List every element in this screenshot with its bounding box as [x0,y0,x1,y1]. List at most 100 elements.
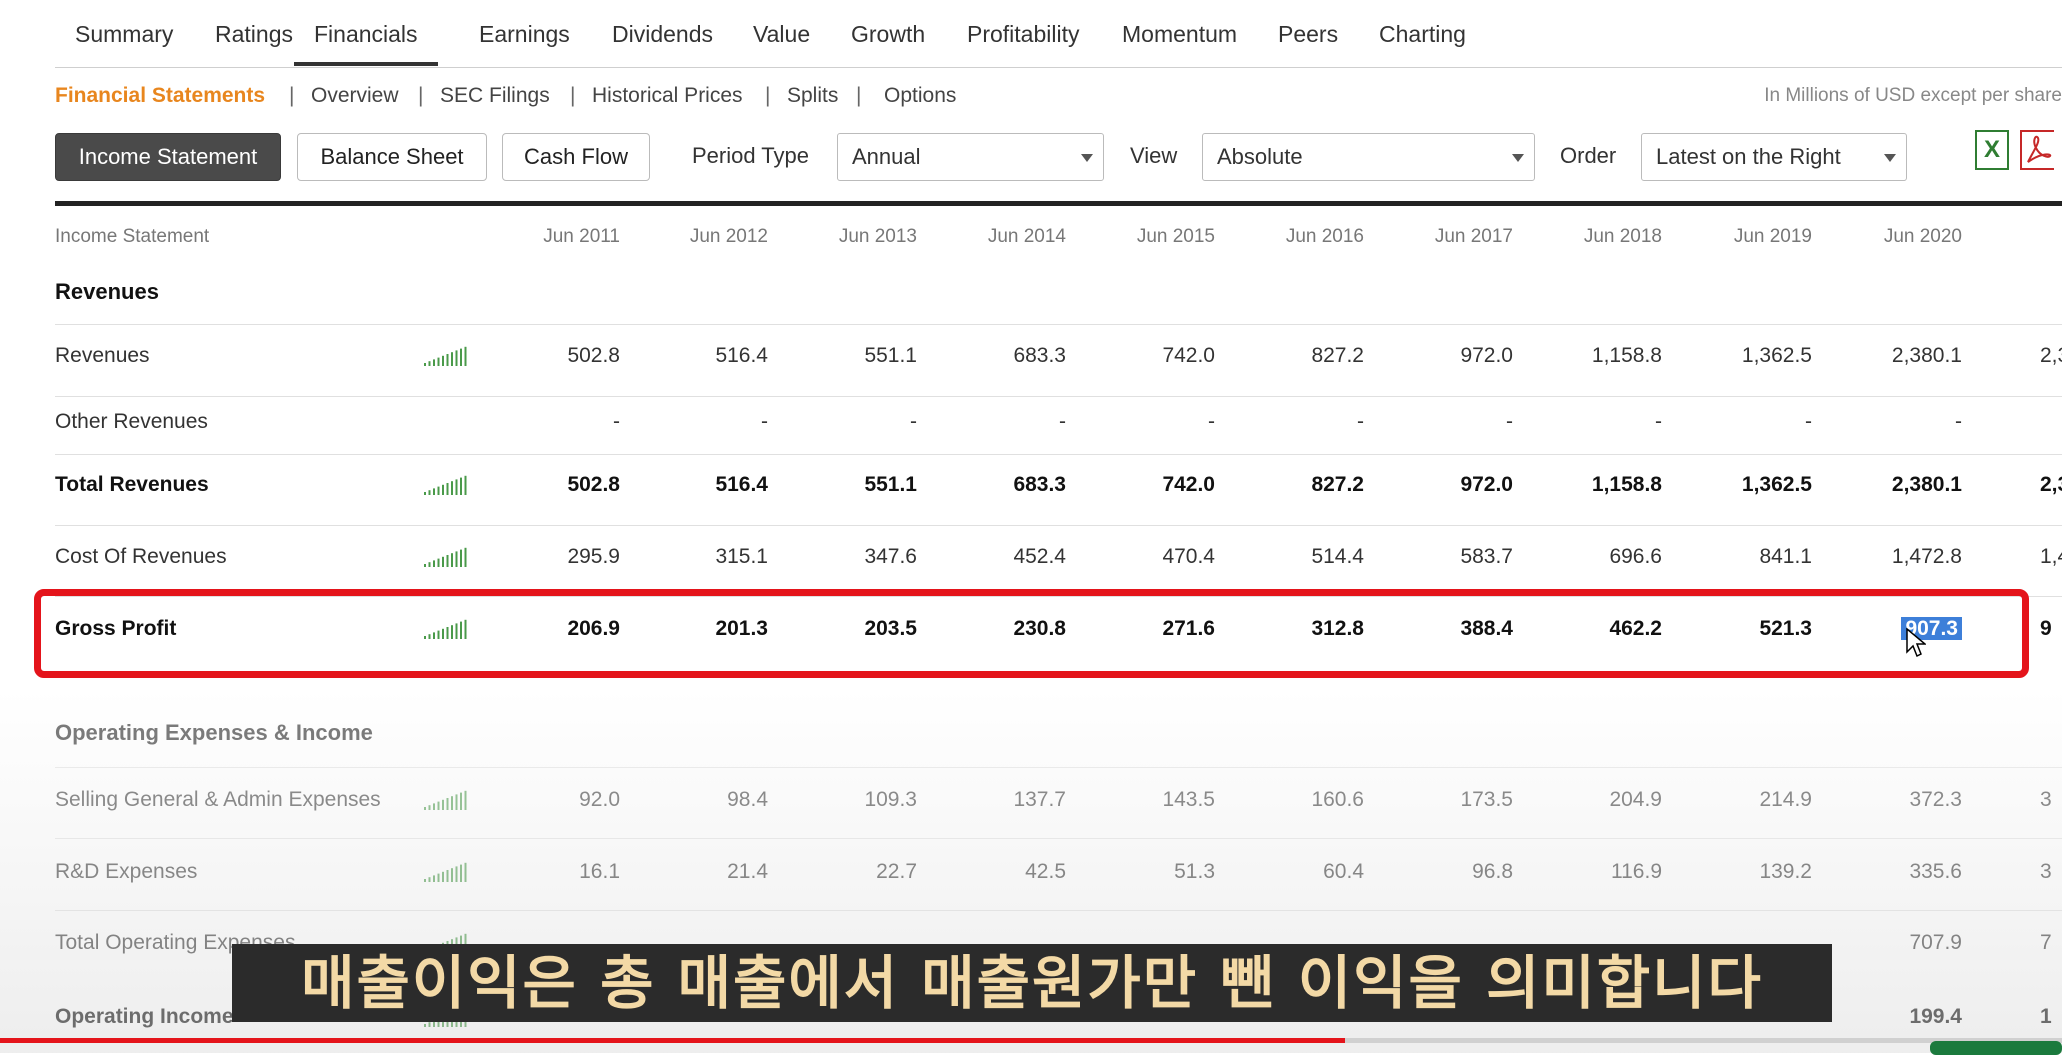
row-label: Cost Of Revenues [55,545,227,568]
table-cell: 1,472.8 [1891,545,1962,568]
table-cell: - [1805,410,1812,433]
sparkline-icon[interactable] [422,474,472,496]
table-cell: - [1208,410,1215,433]
sparkline-bar [442,556,444,567]
sparkline-bar [455,350,458,366]
view-value: Absolute [1217,144,1303,169]
balance-sheet-button[interactable]: Balance Sheet [297,133,487,181]
chevron-down-icon [1081,154,1093,162]
tab-ratings[interactable]: Ratings [215,0,293,66]
sparkline-bar [460,477,462,495]
section-revenues: Revenues [55,279,159,304]
sparkline-bar [428,490,431,495]
tab-growth[interactable]: Growth [851,0,925,66]
table-cell: 516.4 [715,473,768,496]
sparkline-bar [424,363,426,366]
mouse-cursor-icon [1906,628,1926,658]
sparkline-bar [437,357,440,366]
table-cell: 452.4 [1013,545,1066,568]
table-cell: 1,362.5 [1741,344,1812,367]
cash-flow-button[interactable]: Cash Flow [502,133,650,181]
table-cell: 295.9 [567,545,620,568]
subnav-historical-prices[interactable]: Historical Prices [592,80,743,112]
order-select[interactable]: Latest on the Right [1641,133,1907,181]
year-header: Jun 2020 [1883,226,1962,247]
table-cell: 2,380.1 [1891,473,1962,496]
table-cell: - [1655,410,1662,433]
chevron-down-icon [1884,154,1896,162]
table-cell: - [1357,410,1364,433]
tab-financials[interactable]: Financials [294,0,438,66]
subnav-splits[interactable]: Splits [787,80,838,112]
year-header: Jun 2015 [1136,226,1215,247]
table-cell: 502.8 [567,473,620,496]
sparkline-bar [442,355,444,366]
table-cell: 551.1 [864,473,917,496]
table-cell: - [1059,410,1066,433]
sparkline-icon[interactable] [422,345,472,367]
separator: | [856,84,862,107]
excel-export-icon[interactable]: X [1975,130,2009,170]
year-header: Jun 2014 [987,226,1066,247]
tab-charting[interactable]: Charting [1379,0,1466,66]
sparkline-bar [464,547,467,567]
year-header: Jun 2017 [1434,226,1513,247]
tab-profitability[interactable]: Profitability [967,0,1079,66]
pdf-export-icon[interactable] [2020,130,2054,170]
subnav-options[interactable]: Options [884,80,956,112]
table-cell: 514.4 [1311,545,1364,568]
table-cell: - [761,410,768,433]
table-cell-partial: 9 [2040,617,2052,640]
subnav-sec-filings[interactable]: SEC Filings [440,80,550,112]
sparkline-bar [424,492,426,495]
period-type-select[interactable]: Annual [837,133,1104,181]
sparkline-bar [437,558,440,567]
row-divider [55,525,2062,526]
tab-dividends[interactable]: Dividends [612,0,713,66]
table-cell: 742.0 [1162,473,1215,496]
table-cell: 1,362.5 [1741,473,1812,496]
tab-momentum[interactable]: Momentum [1122,0,1237,66]
row-label: Other Revenues [55,410,208,433]
row-divider [55,454,2062,455]
sparkline-bar [446,483,449,495]
tab-earnings[interactable]: Earnings [479,0,570,66]
order-label: Order [1560,143,1617,168]
sparkline-bar [424,564,426,567]
pdf-icon [2027,135,2052,163]
separator: | [765,84,771,107]
sparkline-bar [433,560,435,567]
sparkline-bar [460,549,462,567]
subnav-financial-statements[interactable]: Financial Statements [55,80,265,112]
year-header: Jun 2018 [1583,226,1662,247]
sparkline-icon[interactable] [422,546,472,568]
sparkline-bar [442,484,444,495]
sparkline-bar [437,486,440,495]
table-top-rule [55,201,2062,206]
table-cell: 1,158.8 [1591,473,1662,496]
year-header: Jun 2012 [689,226,768,247]
top-nav: Summary Ratings Financials Earnings Divi… [55,0,2062,68]
table-cell: 972.0 [1460,473,1513,496]
row-label: Total Revenues [55,473,209,496]
table-cell: 972.0 [1460,344,1513,367]
row-divider [55,324,2062,325]
table-cell: - [1955,410,1962,433]
tab-summary[interactable]: Summary [75,0,173,66]
table-cell: 315.1 [715,545,768,568]
separator: | [570,84,576,107]
tab-peers[interactable]: Peers [1278,0,1338,66]
view-label: View [1130,143,1178,168]
period-type-label: Period Type [692,143,810,168]
view-select[interactable]: Absolute [1202,133,1535,181]
year-header: Jun 2013 [838,226,917,247]
sparkline-bar [428,562,431,567]
table-cell: 583.7 [1460,545,1513,568]
table-cell-partial: 1,4 [2040,545,2062,568]
tab-value[interactable]: Value [753,0,810,66]
table-cell: 742.0 [1162,344,1215,367]
table-cell: - [613,410,620,433]
income-statement-button[interactable]: Income Statement [55,133,281,181]
video-progress-bar[interactable] [0,1038,2062,1055]
subnav-overview[interactable]: Overview [311,80,399,112]
